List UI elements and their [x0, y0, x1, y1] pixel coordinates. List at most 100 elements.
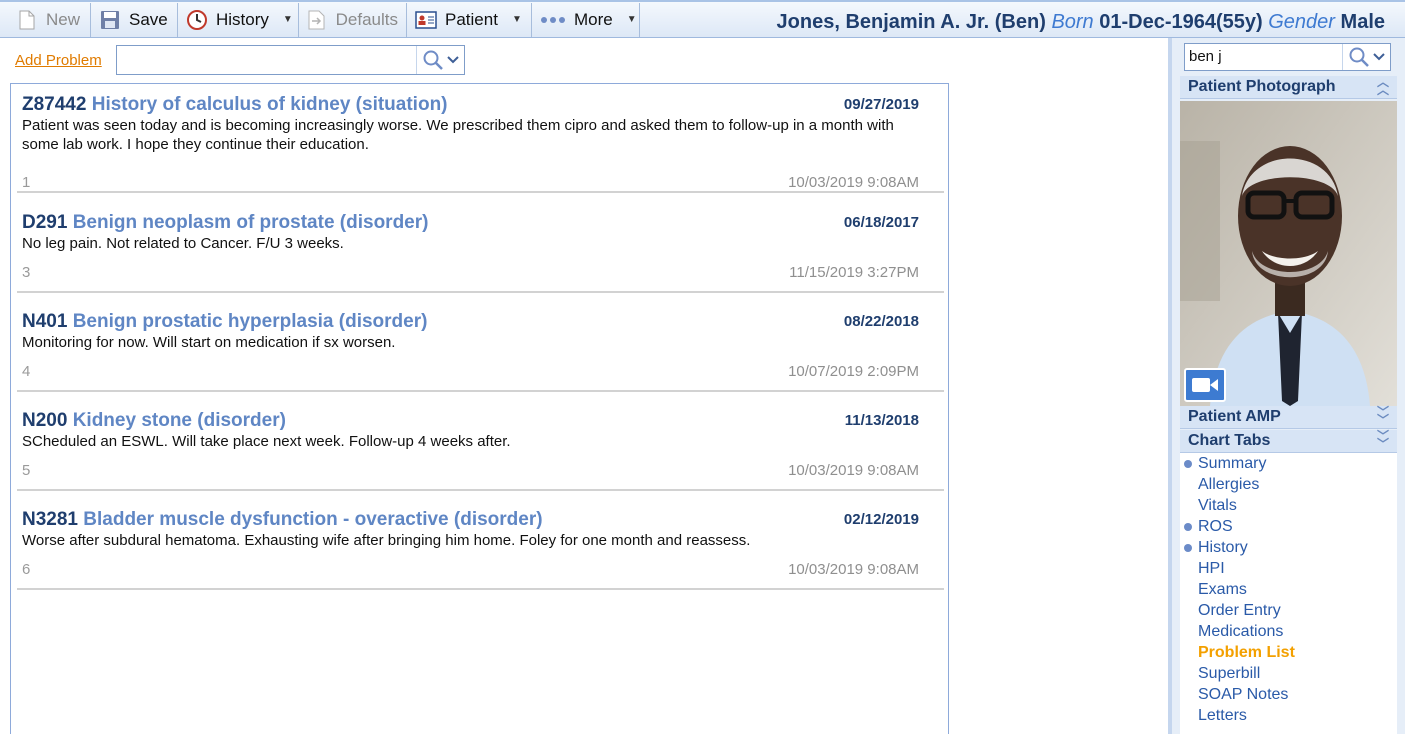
chart-tab-ros[interactable]: ROS: [1180, 516, 1397, 537]
expand-down-icon[interactable]: ﹀ ﹀: [1377, 406, 1389, 426]
gender-label: Gender: [1268, 11, 1335, 33]
more-dots-icon: [540, 9, 566, 31]
patient-search-button[interactable]: [1342, 44, 1390, 70]
save-button[interactable]: Save: [91, 2, 178, 37]
problem-name[interactable]: History of calculus of kidney (situation…: [92, 94, 448, 115]
add-problem-link[interactable]: Add Problem: [15, 52, 102, 69]
problem-index: 6: [22, 561, 31, 578]
problem-timestamp: 10/03/2019 9:08AM: [788, 174, 919, 191]
problem-item[interactable]: N3281 Bladder muscle dysfunction - overa…: [17, 509, 944, 590]
chart-tab-allergies[interactable]: Allergies: [1180, 474, 1397, 495]
problem-name[interactable]: Bladder muscle dysfunction - overactive …: [83, 509, 542, 530]
chart-tab-label: SOAP Notes: [1198, 686, 1289, 703]
chart-tab-summary[interactable]: Summary: [1180, 453, 1397, 474]
chart-tab-vitals[interactable]: Vitals: [1180, 495, 1397, 516]
chart-tab-label: Exams: [1198, 581, 1247, 598]
problem-index: 1: [22, 174, 31, 191]
search-icon: [1349, 47, 1369, 67]
patient-search-value: ben j: [1189, 48, 1222, 65]
tab-indicator-dot: [1184, 544, 1192, 552]
problem-timestamp: 10/03/2019 9:08AM: [788, 561, 919, 578]
born-value: 01-Dec-1964(55y): [1099, 11, 1263, 33]
history-button[interactable]: History ▼: [178, 2, 299, 37]
problem-name[interactable]: Benign prostatic hyperplasia (disorder): [73, 311, 428, 332]
problem-search-button[interactable]: [416, 46, 464, 74]
problem-note: SCheduled an ESWL. Will take place next …: [22, 433, 511, 450]
expand-down-icon[interactable]: ﹀ ﹀: [1377, 430, 1389, 450]
chart-tab-label: Medications: [1198, 623, 1284, 640]
problem-title[interactable]: N3281 Bladder muscle dysfunction - overa…: [22, 509, 543, 531]
defaults-label: Defaults: [335, 9, 398, 29]
problem-title[interactable]: Z87442 History of calculus of kidney (si…: [22, 94, 448, 116]
problem-note: Patient was seen today and is becoming i…: [22, 117, 894, 153]
right-panel: ben j Patient Photograph ︿ ︿ Patient AMP…: [1168, 38, 1405, 734]
problem-onset-date: 06/18/2017: [843, 214, 919, 231]
search-icon: [423, 50, 443, 70]
problem-item[interactable]: D291 Benign neoplasm of prostate (disord…: [17, 212, 944, 293]
chart-tab-label: Superbill: [1198, 665, 1261, 682]
gender-value: Male: [1340, 11, 1385, 33]
problem-item[interactable]: N200 Kidney stone (disorder) 11/13/2018 SC…: [17, 410, 944, 491]
problem-index: 4: [22, 363, 31, 380]
chart-tabs-list: Summary Allergies Vitals ROS History HPI Exams…: [1180, 453, 1397, 734]
more-button[interactable]: More ▼: [532, 2, 640, 37]
history-label: History: [216, 9, 269, 29]
chart-tab-exams[interactable]: Exams: [1180, 579, 1397, 600]
video-camera-icon: [1192, 378, 1218, 392]
tab-indicator-dot: [1184, 523, 1192, 531]
chart-tab-medications[interactable]: Medications: [1180, 621, 1397, 642]
patient-header: Jones, Benjamin A. Jr. (Ben) Born 01-Dec…: [777, 11, 1385, 34]
chart-tab-history[interactable]: History: [1180, 537, 1397, 558]
chart-tabs-title: Chart Tabs: [1188, 432, 1271, 449]
more-dropdown-icon[interactable]: ▼: [627, 14, 637, 25]
problem-title[interactable]: N401 Benign prostatic hyperplasia (disor…: [22, 311, 427, 333]
patient-search-input[interactable]: ben j: [1184, 43, 1391, 71]
problem-name[interactable]: Kidney stone (disorder): [73, 410, 286, 431]
chart-tab-hpi[interactable]: HPI: [1180, 558, 1397, 579]
chart-tab-label: Letters: [1198, 707, 1247, 724]
toolbar: New Save History ▼ Defaults Patient ▼ Mo…: [0, 0, 1405, 38]
chart-tab-superbill[interactable]: Superbill: [1180, 663, 1397, 684]
patient-button[interactable]: Patient ▼: [407, 2, 532, 37]
new-button[interactable]: New: [0, 2, 91, 37]
problem-item[interactable]: N401 Benign prostatic hyperplasia (disor…: [17, 311, 944, 392]
problem-search-input[interactable]: [116, 45, 465, 75]
save-icon: [99, 9, 121, 31]
problem-title[interactable]: D291 Benign neoplasm of prostate (disord…: [22, 212, 428, 234]
video-call-button[interactable]: [1184, 368, 1226, 402]
defaults-button[interactable]: Defaults: [299, 2, 407, 37]
chart-tab-label: Vitals: [1198, 497, 1237, 514]
history-dropdown-icon[interactable]: ▼: [283, 14, 293, 25]
problem-title[interactable]: N200 Kidney stone (disorder): [22, 410, 286, 432]
chart-tab-soap-notes[interactable]: SOAP Notes: [1180, 684, 1397, 705]
collapse-up-icon[interactable]: ︿ ︿: [1377, 76, 1389, 96]
problem-code: N401: [22, 311, 68, 332]
patient-card-icon: [415, 9, 437, 31]
born-label: Born: [1051, 11, 1094, 33]
problem-note: Worse after subdural hematoma. Exhaustin…: [22, 532, 751, 549]
history-clock-icon: [186, 9, 208, 31]
chart-tab-letters[interactable]: Letters: [1180, 705, 1397, 726]
problem-code: Z87442: [22, 94, 87, 115]
patient-photograph-header[interactable]: Patient Photograph ︿ ︿: [1180, 76, 1397, 99]
problem-index: 3: [22, 264, 31, 281]
problem-timestamp: 10/07/2019 2:09PM: [788, 363, 919, 380]
chart-tab-label: Problem List: [1198, 644, 1295, 661]
chart-tab-label: Summary: [1198, 455, 1267, 472]
problem-name[interactable]: Benign neoplasm of prostate (disorder): [73, 212, 429, 233]
problem-note: No leg pain. Not related to Cancer. F/U …: [22, 235, 344, 252]
patient-amp-title: Patient AMP: [1188, 408, 1281, 425]
patient-amp-header[interactable]: Patient AMP ﹀ ﹀: [1180, 406, 1397, 429]
problem-note: Monitoring for now. Will start on medica…: [22, 334, 396, 351]
chart-tab-label: History: [1198, 539, 1248, 556]
chart-tabs-header[interactable]: Chart Tabs ﹀ ﹀: [1180, 430, 1397, 453]
patient-dropdown-icon[interactable]: ▼: [512, 14, 522, 25]
problem-item[interactable]: Z87442 History of calculus of kidney (si…: [17, 94, 944, 193]
chart-tab-problem-list[interactable]: Problem List: [1180, 642, 1397, 663]
problem-code: N3281: [22, 509, 78, 530]
problem-onset-date: 08/22/2018: [843, 313, 919, 330]
more-label: More: [574, 9, 613, 29]
chart-tab-label: HPI: [1198, 560, 1225, 577]
chart-tab-order-entry[interactable]: Order Entry: [1180, 600, 1397, 621]
chevron-down-icon: [1373, 53, 1385, 61]
